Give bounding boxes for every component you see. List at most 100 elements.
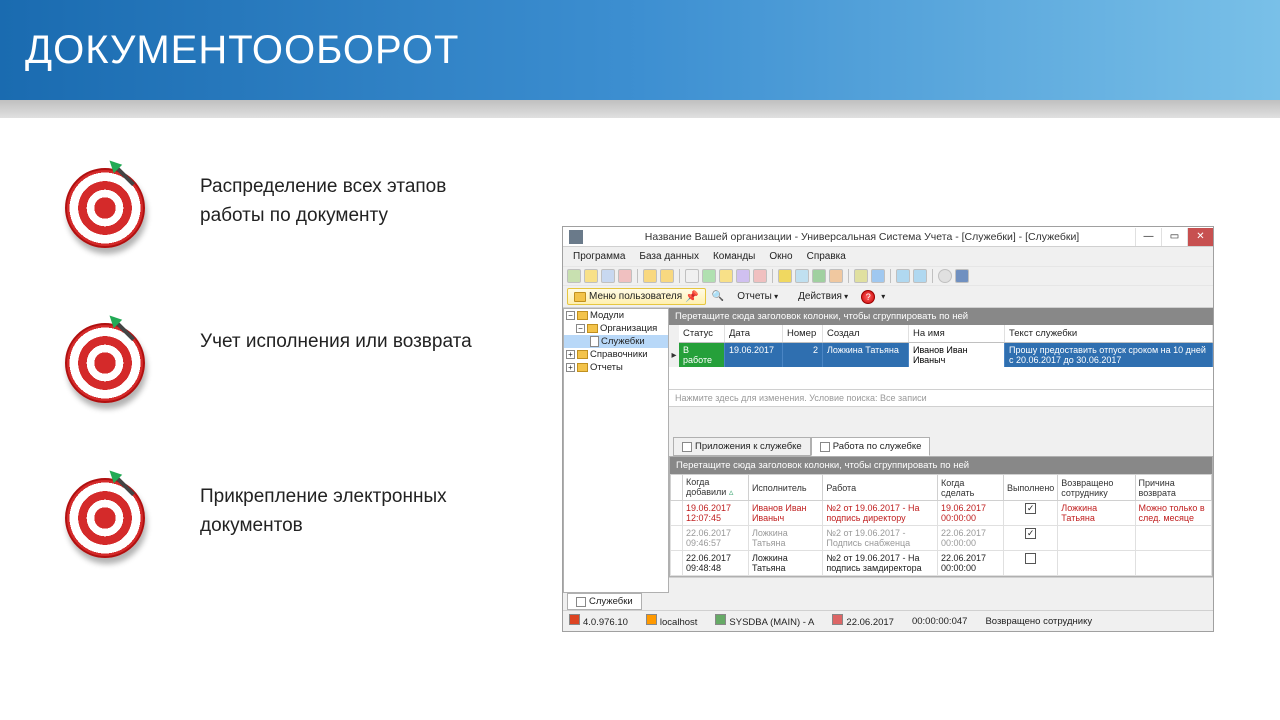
status-user: SYSDBA (MAIN) - A bbox=[729, 617, 814, 628]
statusbar: 4.0.976.10 localhost SYSDBA (MAIN) - A 2… bbox=[563, 610, 1213, 631]
document-icon bbox=[682, 442, 692, 452]
search-icon[interactable]: 🔍 bbox=[712, 291, 724, 302]
tab-attachments[interactable]: Приложения к служебке bbox=[673, 437, 811, 456]
table-row[interactable]: 22.06.2017 09:48:48 Ложкина Татьяна №2 о… bbox=[671, 551, 1212, 576]
grid-header: Статус Дата Номер Создал На имя Текст сл… bbox=[679, 325, 1213, 343]
menu-database[interactable]: База данных bbox=[633, 249, 705, 264]
col-due[interactable]: Когда сделать bbox=[938, 475, 1004, 501]
bullet-text: Распределение всех этапов работы по доку… bbox=[200, 168, 480, 230]
col-done[interactable]: Выполнено bbox=[1003, 475, 1057, 501]
col-returned[interactable]: Возвращено сотруднику bbox=[1058, 475, 1135, 501]
nav-tree: −Модули −Организация Служебки +Справочни… bbox=[563, 308, 669, 593]
bullet-list: Распределение всех этапов работы по доку… bbox=[0, 118, 520, 633]
toolbar-icon[interactable] bbox=[685, 269, 699, 283]
sub-toolbar: Меню пользователя 📌 🔍 Отчеты Действия ?▾ bbox=[563, 286, 1213, 308]
toolbar-icon[interactable] bbox=[618, 269, 632, 283]
checkbox[interactable]: ✓ bbox=[1025, 528, 1036, 539]
toolbar-icon[interactable] bbox=[719, 269, 733, 283]
grid-row[interactable]: В работе 19.06.2017 2 Ложкина Татьяна Ив… bbox=[679, 343, 1213, 367]
target-icon bbox=[65, 478, 150, 563]
user-icon bbox=[715, 614, 726, 625]
slide-divider bbox=[0, 100, 1280, 118]
tree-reports[interactable]: +Отчеты bbox=[564, 361, 668, 374]
bullet-text: Учет исполнения или возврата bbox=[200, 323, 472, 357]
checkbox[interactable]: ✓ bbox=[1025, 503, 1036, 514]
row-marker bbox=[669, 325, 679, 343]
search-hint[interactable]: Нажмите здесь для изменения. Условие пои… bbox=[669, 389, 1213, 407]
status-time: 00:00:00:047 bbox=[912, 616, 967, 627]
footer-tab-sluzhebki[interactable]: Служебки bbox=[567, 593, 642, 610]
toolbar-icon[interactable] bbox=[660, 269, 674, 283]
help-icon[interactable]: ? bbox=[861, 290, 875, 304]
col-added[interactable]: Когда добавили ▵ bbox=[683, 475, 749, 501]
toolbar-icon[interactable] bbox=[584, 269, 598, 283]
menu-help[interactable]: Справка bbox=[801, 249, 852, 264]
col-number[interactable]: Номер bbox=[783, 325, 823, 342]
tab-work[interactable]: Работа по служебке bbox=[811, 437, 931, 456]
menu-program[interactable]: Программа bbox=[567, 249, 631, 264]
col-status[interactable]: Статус bbox=[679, 325, 725, 342]
toolbar-icon[interactable] bbox=[955, 269, 969, 283]
toolbar-icon[interactable] bbox=[778, 269, 792, 283]
folder-icon bbox=[587, 324, 598, 333]
status-message: Возвращено сотруднику bbox=[985, 616, 1092, 627]
pin-icon: 📌 bbox=[685, 290, 699, 303]
col-recipient[interactable]: На имя bbox=[909, 325, 1005, 342]
status-version: 4.0.976.10 bbox=[583, 617, 628, 628]
window-title: Название Вашей организации - Универсальн… bbox=[589, 231, 1135, 243]
folder-icon bbox=[577, 363, 588, 372]
toolbar-icon[interactable] bbox=[643, 269, 657, 283]
footer-tabs: Служебки bbox=[563, 593, 1213, 610]
reports-dropdown[interactable]: Отчеты bbox=[730, 289, 785, 304]
detail-tabs: Приложения к служебке Работа по служебке bbox=[669, 437, 1213, 456]
tree-root-modules[interactable]: −Модули bbox=[564, 309, 668, 322]
folder-icon bbox=[574, 292, 586, 302]
toolbar-icon[interactable] bbox=[795, 269, 809, 283]
toolbar-icon[interactable] bbox=[702, 269, 716, 283]
toolbar bbox=[563, 266, 1213, 286]
app-icon bbox=[569, 230, 583, 244]
toolbar-icon[interactable] bbox=[913, 269, 927, 283]
user-menu-button[interactable]: Меню пользователя 📌 bbox=[567, 288, 706, 305]
actions-dropdown[interactable]: Действия bbox=[791, 289, 855, 304]
close-button[interactable]: ✕ bbox=[1187, 228, 1213, 246]
col-creator[interactable]: Создал bbox=[823, 325, 909, 342]
group-by-bar[interactable]: Перетащите сюда заголовок колонки, чтобы… bbox=[670, 457, 1212, 474]
bullet-text: Прикрепление электронных документов bbox=[200, 478, 480, 540]
group-by-bar[interactable]: Перетащите сюда заголовок колонки, чтобы… bbox=[669, 308, 1213, 325]
status-date: 22.06.2017 bbox=[846, 617, 894, 628]
col-date[interactable]: Дата bbox=[725, 325, 783, 342]
minimize-button[interactable]: — bbox=[1135, 228, 1161, 246]
col-text[interactable]: Текст служебки bbox=[1005, 325, 1213, 342]
toolbar-icon[interactable] bbox=[567, 269, 581, 283]
table-row[interactable]: 22.06.2017 09:46:57 Ложкина Татьяна №2 о… bbox=[671, 526, 1212, 551]
slide-title: ДОКУМЕНТООБОРОТ bbox=[0, 0, 1280, 100]
toolbar-icon[interactable] bbox=[871, 269, 885, 283]
tree-sluzhebki[interactable]: Служебки bbox=[564, 335, 668, 348]
menu-window[interactable]: Окно bbox=[763, 249, 798, 264]
maximize-button[interactable]: ▭ bbox=[1161, 228, 1187, 246]
toolbar-icon[interactable] bbox=[812, 269, 826, 283]
col-reason[interactable]: Причина возврата bbox=[1135, 475, 1211, 501]
tree-organization[interactable]: −Организация bbox=[564, 322, 668, 335]
checkbox[interactable] bbox=[1025, 553, 1036, 564]
status-icon bbox=[569, 614, 580, 625]
toolbar-icon[interactable] bbox=[601, 269, 615, 283]
toolbar-icon[interactable] bbox=[896, 269, 910, 283]
status-host: localhost bbox=[660, 617, 698, 628]
toolbar-icon[interactable] bbox=[829, 269, 843, 283]
col-executor[interactable]: Исполнитель bbox=[748, 475, 822, 501]
folder-icon bbox=[577, 311, 588, 320]
work-grid: Перетащите сюда заголовок колонки, чтобы… bbox=[669, 456, 1213, 577]
col-work[interactable]: Работа bbox=[823, 475, 938, 501]
toolbar-icon[interactable] bbox=[736, 269, 750, 283]
table-row[interactable]: 19.06.2017 12:07:45 Иванов Иван Иваныч №… bbox=[671, 501, 1212, 526]
folder-icon bbox=[577, 350, 588, 359]
tree-reference[interactable]: +Справочники bbox=[564, 348, 668, 361]
menu-commands[interactable]: Команды bbox=[707, 249, 761, 264]
toolbar-icon[interactable] bbox=[938, 269, 952, 283]
toolbar-icon[interactable] bbox=[753, 269, 767, 283]
server-icon bbox=[646, 614, 657, 625]
toolbar-icon[interactable] bbox=[854, 269, 868, 283]
target-icon bbox=[65, 323, 150, 408]
